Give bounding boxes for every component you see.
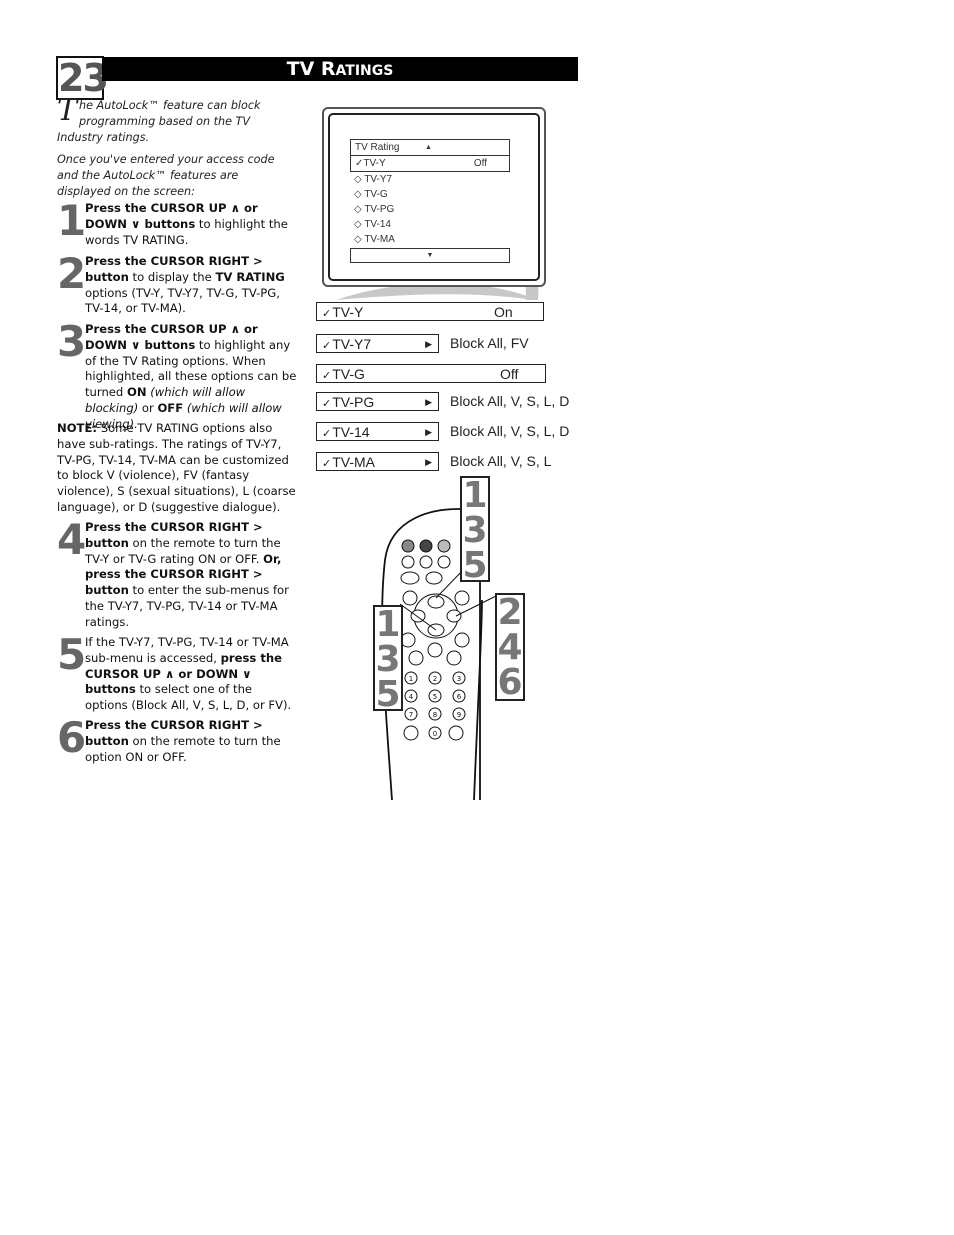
note: NOTE: Some TV RATING options also have s… <box>57 421 296 514</box>
rating-row-tv-y[interactable]: ✓TV-Y On <box>316 302 544 321</box>
check-icon: ✓ <box>322 340 332 352</box>
intro-para-1: The AutoLock™ feature can block programm… <box>57 93 261 145</box>
step-5: 5 If the TV-Y7, TV-PG, TV-14 or TV-MA su… <box>57 630 292 713</box>
submenu-arrow-icon: ▶ <box>425 397 432 407</box>
rating-row-tv-pg[interactable]: ✓TV-PG ▶ <box>316 392 439 411</box>
rating-row-tv-14[interactable]: ✓TV-14 ▶ <box>316 422 439 441</box>
check-icon: ✓ <box>322 308 332 320</box>
step-number: 2 <box>57 249 87 298</box>
digit-6: 6 <box>457 693 462 701</box>
digit-5: 5 <box>433 693 437 701</box>
diamond-bullet-icon: ◇ <box>354 174 362 185</box>
check-icon: ✓ <box>322 370 332 382</box>
menu-item[interactable]: ◇ TV-14 <box>350 217 510 232</box>
diamond-bullet-icon: ◇ <box>354 219 362 230</box>
tv-screen: TV Rating ▲ ✓TV-Y Off ◇ TV-Y7 ◇ TV-G ◇ TV-PG… <box>322 107 546 287</box>
step-number: 6 <box>57 713 87 762</box>
onscreen-menu: TV Rating ▲ ✓TV-Y Off ◇ TV-Y7 ◇ TV-G ◇ TV-PG… <box>350 139 510 263</box>
digit-9: 9 <box>457 711 461 719</box>
menu-item[interactable]: ◇ TV-Y7 <box>350 172 510 187</box>
page-title: TV RATINGS <box>102 57 578 81</box>
submenu-arrow-icon: ▶ <box>425 427 432 437</box>
step-number: 5 <box>57 630 87 679</box>
step-number: 3 <box>57 317 87 366</box>
step-1: 1 Press the CURSOR UP ∧ or DOWN ∨ button… <box>57 196 288 247</box>
rating-row-tv-g[interactable]: ✓TV-G Off <box>316 364 546 383</box>
check-icon: ✓ <box>322 428 332 440</box>
digit-2: 2 <box>433 675 437 683</box>
intro: The AutoLock™ feature can block programm… <box>57 93 295 206</box>
digit-8: 8 <box>433 711 437 719</box>
digit-0: 0 <box>433 730 437 738</box>
down-arrow-icon: ▼ <box>426 252 434 259</box>
submenu-arrow-icon: ▶ <box>425 339 432 349</box>
drop-cap: T <box>57 93 78 128</box>
callout-steps-1-3-5-left: 135 <box>373 605 403 713</box>
digit-1: 1 <box>409 675 413 683</box>
diamond-bullet-icon: ◇ <box>354 234 362 245</box>
check-icon: ✓ <box>322 458 332 470</box>
diamond-bullet-icon: ◇ <box>354 204 362 215</box>
rating-value: Off <box>500 366 519 382</box>
step-number: 4 <box>57 515 87 564</box>
callout-steps-2-4-6-right: 246 <box>495 593 525 701</box>
title-first: TV R <box>286 58 336 80</box>
menu-bottom-row: ▼ <box>350 248 510 263</box>
digit-3: 3 <box>457 675 461 683</box>
step-4: 4 Press the CURSOR RIGHT > button on the… <box>57 515 289 629</box>
step-6: 6 Press the CURSOR RIGHT > button on the… <box>57 713 281 764</box>
rating-value: On <box>494 304 513 320</box>
check-icon: ✓ <box>322 398 332 410</box>
rating-subratings: Block All, V, S, L <box>450 453 552 469</box>
menu-item-highlighted[interactable]: ✓TV-Y Off <box>350 156 510 172</box>
submenu-arrow-icon: ▶ <box>425 457 432 467</box>
rating-row-tv-y7[interactable]: ✓TV-Y7 ▶ <box>316 334 439 353</box>
callout-steps-1-3-5-top: 135 <box>460 476 490 584</box>
digit-4: 4 <box>409 693 414 701</box>
menu-item[interactable]: ◇ TV-MA <box>350 232 510 247</box>
step-3: 3 Press the CURSOR UP ∧ or DOWN ∨ button… <box>57 317 297 431</box>
menu-title-row: TV Rating ▲ <box>350 139 510 156</box>
rating-subratings: Block All, V, S, L, D <box>450 423 570 439</box>
diamond-bullet-icon: ◇ <box>354 189 362 200</box>
up-arrow-icon: ▲ <box>425 144 432 151</box>
rating-subratings: Block All, V, S, L, D <box>450 393 570 409</box>
note-label: NOTE: <box>57 421 98 435</box>
digit-7: 7 <box>409 711 413 719</box>
rating-row-tv-ma[interactable]: ✓TV-MA ▶ <box>316 452 439 471</box>
menu-item[interactable]: ◇ TV-G <box>350 187 510 202</box>
menu-item[interactable]: ◇ TV-PG <box>350 202 510 217</box>
step-number: 1 <box>57 196 87 245</box>
rating-subratings: Block All, FV <box>450 335 529 351</box>
title-rest: ATINGS <box>335 63 394 79</box>
step-2: 2 Press the CURSOR RIGHT > button to dis… <box>57 249 285 316</box>
intro-para-2: Once you've entered your access code and… <box>57 153 275 198</box>
